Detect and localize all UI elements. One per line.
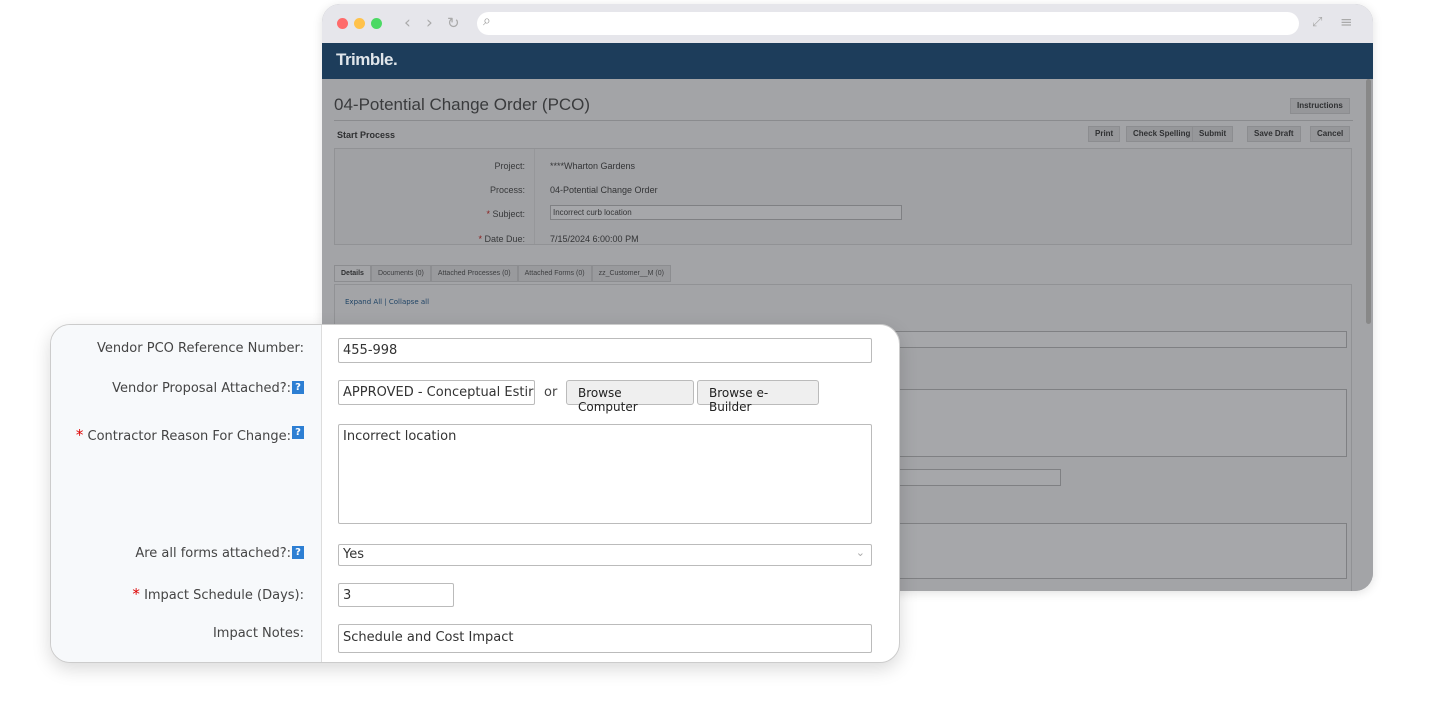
browser-toolbar: ‹ › ↻ ⌕ ⤢ ≡ bbox=[322, 4, 1373, 43]
expand-collapse-link[interactable]: Expand All | Collapse all bbox=[345, 298, 429, 306]
trimble-logo: Trimble. bbox=[322, 43, 1373, 79]
required-icon: * bbox=[132, 585, 140, 603]
instructions-button[interactable]: Instructions bbox=[1290, 98, 1350, 114]
impact-schedule-input[interactable]: 3 bbox=[338, 583, 454, 607]
subject-input[interactable]: Incorrect curb location bbox=[550, 205, 902, 220]
tab-attached-processes[interactable]: Attached Processes (0) bbox=[430, 265, 518, 282]
back-icon[interactable]: ‹ bbox=[404, 13, 411, 33]
page-title: 04-Potential Change Order (PCO) bbox=[334, 95, 591, 114]
process-value: 04-Potential Change Order bbox=[550, 185, 658, 195]
select-value: Yes bbox=[343, 547, 364, 562]
tab-customer[interactable]: zz_Customer__M (0) bbox=[591, 265, 671, 282]
forms-attached-label: Are all forms attached?: bbox=[135, 546, 291, 561]
help-icon[interactable]: ? bbox=[292, 426, 304, 439]
vendor-ref-label: Vendor PCO Reference Number: bbox=[96, 341, 304, 356]
reason-label: Contractor Reason For Change: bbox=[87, 429, 291, 444]
browse-computer-button[interactable]: Browse Computer bbox=[566, 380, 694, 414]
impact-notes-label: Impact Notes: bbox=[212, 626, 304, 641]
save-draft-button[interactable]: Save Draft bbox=[1247, 126, 1301, 142]
required-icon: * bbox=[75, 426, 84, 444]
section-title: Start Process bbox=[337, 130, 396, 140]
divider bbox=[334, 120, 1353, 121]
vendor-proposal-label: Vendor Proposal Attached?: bbox=[112, 381, 291, 396]
forward-icon[interactable]: › bbox=[426, 13, 433, 33]
chevron-down-icon: ⌄ bbox=[855, 546, 865, 559]
search-icon: ⌕ bbox=[483, 13, 491, 29]
expand-icon[interactable]: ⤢ bbox=[1312, 15, 1322, 30]
tab-bar: Details Documents (0) Attached Processes… bbox=[334, 265, 671, 282]
maximize-window-button[interactable] bbox=[371, 18, 382, 29]
check-spelling-button[interactable]: Check Spelling bbox=[1126, 126, 1198, 142]
or-text: or bbox=[544, 385, 558, 400]
address-bar[interactable]: ⌕ bbox=[477, 12, 1299, 35]
process-info: Project: ****Wharton Gardens Process: 04… bbox=[334, 148, 1352, 245]
forms-attached-select[interactable]: Yes ⌄ bbox=[338, 544, 872, 566]
browse-ebuilder-button[interactable]: Browse e-Builder bbox=[697, 380, 819, 414]
form-zoom-card: Vendor PCO Reference Number: 455-998 Ven… bbox=[50, 324, 900, 663]
minimize-window-button[interactable] bbox=[354, 18, 365, 29]
impact-schedule-label: Impact Schedule (Days): bbox=[144, 588, 304, 603]
bg-input[interactable] bbox=[895, 331, 1347, 348]
bg-select[interactable] bbox=[895, 469, 1061, 486]
help-icon[interactable]: ? bbox=[292, 546, 304, 559]
date-due-value: 7/15/2024 6:00:00 PM bbox=[550, 234, 639, 244]
scrollbar[interactable] bbox=[1366, 79, 1371, 324]
reason-textarea[interactable]: Incorrect location bbox=[338, 424, 872, 524]
close-window-button[interactable] bbox=[337, 18, 348, 29]
vendor-ref-input[interactable]: 455-998 bbox=[338, 338, 872, 363]
tab-attached-forms[interactable]: Attached Forms (0) bbox=[517, 265, 592, 282]
tab-details[interactable]: Details bbox=[334, 265, 371, 282]
vendor-proposal-input[interactable]: APPROVED - Conceptual Estir bbox=[338, 380, 535, 405]
menu-icon[interactable]: ≡ bbox=[1340, 13, 1353, 31]
bg-textarea[interactable] bbox=[895, 389, 1347, 457]
bg-textarea[interactable] bbox=[895, 523, 1347, 579]
submit-button[interactable]: Submit bbox=[1192, 126, 1234, 142]
print-button[interactable]: Print bbox=[1088, 126, 1121, 142]
date-due-label: Date Due: bbox=[484, 234, 525, 244]
tab-documents[interactable]: Documents (0) bbox=[370, 265, 431, 282]
cancel-button[interactable]: Cancel bbox=[1310, 126, 1351, 142]
help-icon[interactable]: ? bbox=[292, 381, 304, 394]
reload-icon[interactable]: ↻ bbox=[447, 14, 460, 32]
project-label: Project: bbox=[494, 161, 525, 171]
impact-notes-input[interactable]: Schedule and Cost Impact bbox=[338, 624, 872, 653]
project-value: ****Wharton Gardens bbox=[550, 161, 636, 171]
process-label: Process: bbox=[489, 185, 525, 195]
subject-label: Subject: bbox=[492, 209, 525, 219]
